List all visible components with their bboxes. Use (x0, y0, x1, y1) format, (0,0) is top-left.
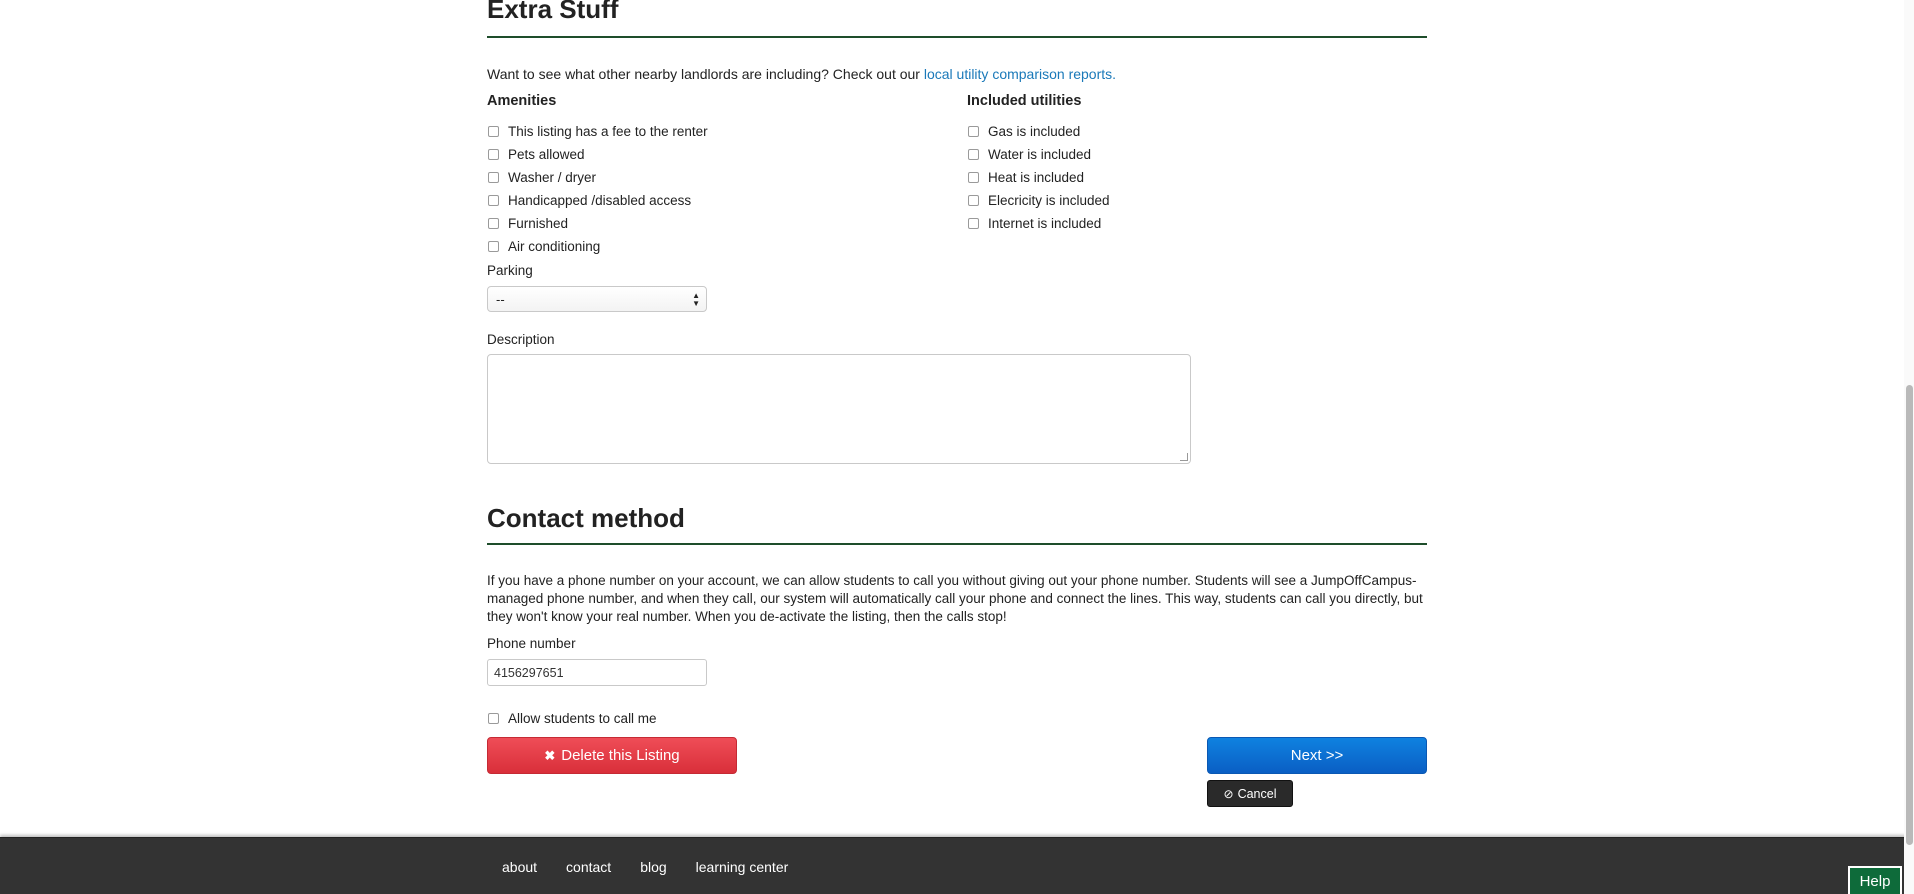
amenity-fee-to-renter[interactable]: This listing has a fee to the renter (487, 120, 708, 143)
description-textarea[interactable] (487, 354, 1191, 464)
next-label: Next >> (1290, 747, 1344, 764)
cancel-label: Cancel (1237, 786, 1277, 801)
cancel-button[interactable]: ⊘ Cancel (1207, 780, 1293, 807)
checkbox-label: Washer / dryer (508, 170, 597, 185)
checkbox[interactable] (488, 149, 499, 160)
extra-stuff-heading: Extra Stuff (487, 0, 619, 24)
footer-link-about[interactable]: about (502, 859, 537, 875)
checkbox-label: Gas is included (988, 124, 1081, 139)
parking-selected-value: -- (496, 291, 505, 307)
allow-calls-checkbox-row[interactable]: Allow students to call me (487, 708, 657, 728)
amenity-furnished[interactable]: Furnished (487, 212, 708, 235)
scrollbar-thumb[interactable] (1906, 385, 1913, 845)
checkbox-label: Pets allowed (508, 147, 585, 162)
checkbox-label: Furnished (508, 216, 569, 231)
scrollbar-track[interactable] (1904, 0, 1914, 894)
included-utilities-heading: Included utilities (967, 93, 1082, 109)
footer-link-contact[interactable]: contact (566, 859, 611, 875)
amenity-pets-allowed[interactable]: Pets allowed (487, 143, 708, 166)
footer-nav: about contact blog learning center (502, 838, 817, 894)
site-footer: about contact blog learning center Help (0, 837, 1914, 894)
delete-listing-label: Delete this Listing (561, 747, 680, 764)
checkbox-label: Air conditioning (508, 239, 601, 254)
close-icon: ✖ (544, 747, 556, 763)
phone-number-input[interactable]: 4156297651 (487, 659, 707, 686)
checkbox[interactable] (968, 126, 979, 137)
phone-number-value: 4156297651 (494, 665, 564, 680)
utility-comparison-link[interactable]: local utility comparison reports. (924, 66, 1116, 82)
utility-internet[interactable]: Internet is included (967, 212, 1110, 235)
utility-gas[interactable]: Gas is included (967, 120, 1110, 143)
intro-text: Want to see what other nearby landlords … (487, 66, 924, 82)
checkbox[interactable] (968, 218, 979, 229)
checkbox[interactable] (968, 149, 979, 160)
resize-grip-icon[interactable] (1180, 453, 1188, 461)
checkbox[interactable] (488, 241, 499, 252)
next-button[interactable]: Next >> (1207, 737, 1427, 774)
parking-label: Parking (487, 263, 533, 278)
contact-method-heading: Contact method (487, 503, 685, 533)
extra-intro-text: Want to see what other nearby landlords … (487, 66, 1116, 82)
checkbox[interactable] (488, 195, 499, 206)
section-divider (487, 36, 1427, 38)
description-label: Description (487, 332, 555, 347)
utility-electricity[interactable]: Elecricity is included (967, 189, 1110, 212)
phone-number-label: Phone number (487, 636, 576, 651)
utility-heat[interactable]: Heat is included (967, 166, 1110, 189)
select-arrows-icon: ▲ ▼ (692, 291, 700, 308)
checkbox-label: Heat is included (988, 170, 1085, 185)
help-button[interactable]: Help (1848, 866, 1902, 894)
amenity-air-conditioning[interactable]: Air conditioning (487, 235, 708, 258)
amenity-washer-dryer[interactable]: Washer / dryer (487, 166, 708, 189)
allow-calls-checkbox[interactable] (488, 712, 499, 724)
contact-explanation: If you have a phone number on your accou… (487, 573, 1423, 624)
checkbox[interactable] (968, 172, 979, 183)
checkbox-label: Handicapped /disabled access (508, 193, 692, 208)
checkbox-label: This listing has a fee to the renter (508, 124, 708, 139)
ban-icon: ⊘ (1223, 786, 1234, 801)
amenities-list: This listing has a fee to the renter Pet… (487, 120, 708, 258)
checkbox-label: Water is included (988, 147, 1092, 162)
allow-calls-label: Allow students to call me (508, 710, 657, 726)
checkbox[interactable] (488, 172, 499, 183)
delete-listing-button[interactable]: ✖ Delete this Listing (487, 737, 737, 774)
utilities-list: Gas is included Water is included Heat i… (967, 120, 1110, 235)
checkbox-label: Elecricity is included (988, 193, 1110, 208)
amenity-handicapped-access[interactable]: Handicapped /disabled access (487, 189, 708, 212)
amenities-heading: Amenities (487, 93, 557, 109)
checkbox-label: Internet is included (988, 216, 1102, 231)
footer-link-learning-center[interactable]: learning center (696, 859, 789, 875)
footer-link-blog[interactable]: blog (640, 859, 666, 875)
parking-select[interactable]: -- ▲ ▼ (487, 286, 707, 312)
checkbox[interactable] (488, 126, 499, 137)
checkbox[interactable] (488, 218, 499, 229)
checkbox[interactable] (968, 195, 979, 206)
section-divider (487, 543, 1427, 545)
utility-water[interactable]: Water is included (967, 143, 1110, 166)
